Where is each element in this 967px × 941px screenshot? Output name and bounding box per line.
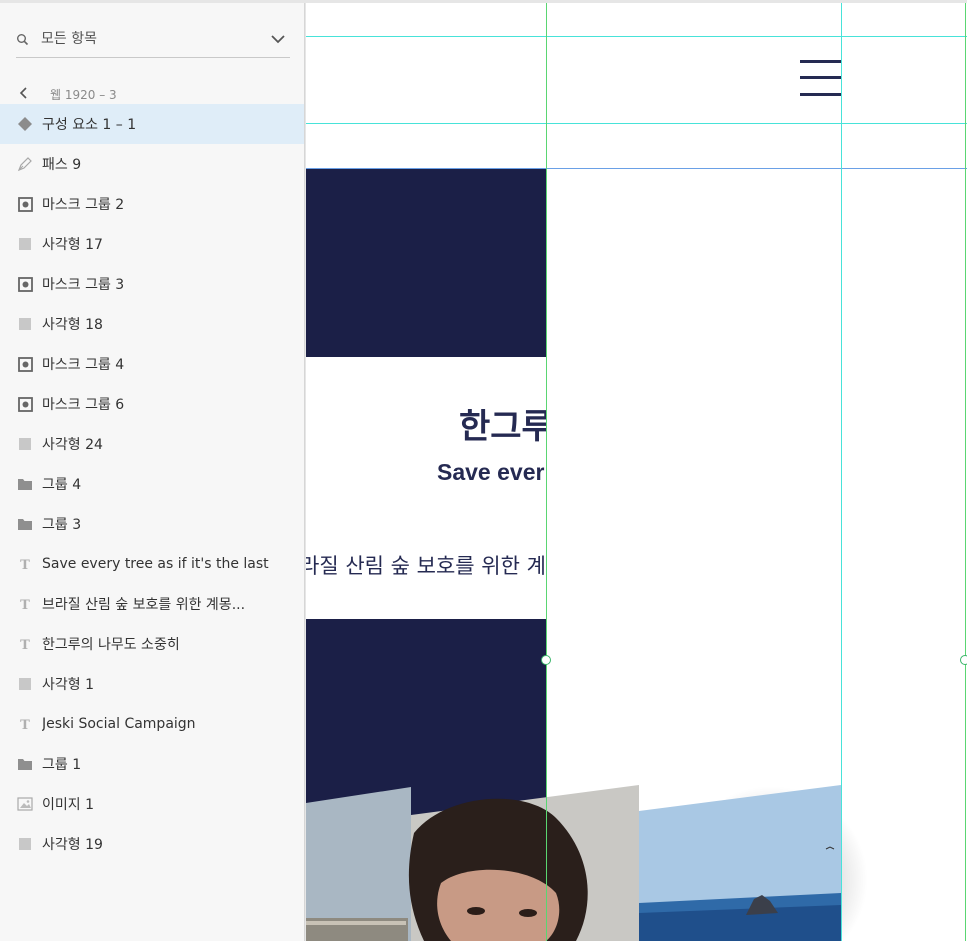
layer-item-label: 그룹 4 (42, 477, 82, 493)
selection-top-edge[interactable] (306, 168, 967, 169)
layer-item-label: 사각형 19 (42, 837, 103, 853)
hero-title[interactable]: 한그루 (459, 399, 546, 448)
layer-list: 구성 요소 1 – 1 패스 9 마스크 그룹 2 사각형 17 마스크 그룹 3 사각형… (0, 104, 304, 864)
layer-filter-label: 모든 항목 (41, 31, 97, 47)
layer-item-label: 마스크 그룹 2 (42, 197, 125, 213)
text-icon: T (16, 555, 34, 573)
folder-icon (16, 755, 34, 773)
layer-item-label: 사각형 24 (42, 437, 103, 453)
selection-handle-left[interactable] (541, 655, 551, 665)
guide-horizontal[interactable] (306, 123, 967, 124)
layer-item[interactable]: 구성 요소 1 – 1 (0, 104, 304, 144)
text-icon: T (16, 715, 34, 733)
guide-horizontal[interactable] (306, 36, 967, 37)
layer-item[interactable]: 마스크 그룹 3 (0, 264, 304, 304)
text-icon: T (16, 595, 34, 613)
layer-item[interactable]: 사각형 1 (0, 664, 304, 704)
chevron-left-icon[interactable] (18, 87, 30, 99)
layer-item-label: Jeski Social Campaign (42, 716, 196, 732)
layer-item[interactable]: 사각형 19 (0, 824, 304, 864)
layers-panel: 모든 항목 웹 1920 – 3 구성 요소 1 – 1 패스 9 마스크 그룹 2… (0, 3, 305, 941)
design-canvas[interactable]: 한그루 Save ever 라질 산림 숲 보호를 위한 계 (306, 3, 967, 941)
chevron-down-icon[interactable] (270, 31, 286, 47)
rectangle-icon (16, 315, 34, 333)
layer-item-label: 그룹 1 (42, 757, 82, 773)
layer-item[interactable]: 마스크 그룹 4 (0, 344, 304, 384)
layer-item[interactable]: 사각형 17 (0, 224, 304, 264)
mask-group-icon (16, 395, 34, 413)
layer-item-label: Save every tree as if it's the last (42, 556, 269, 572)
svg-text:T: T (20, 718, 30, 731)
component-icon (16, 115, 34, 133)
breadcrumb-artboard: 웹 1920 – 3 (50, 88, 117, 102)
layer-item-label: 구성 요소 1 – 1 (42, 117, 137, 133)
svg-text:T: T (20, 598, 30, 611)
layer-item[interactable]: 사각형 24 (0, 424, 304, 464)
rectangle-icon (16, 835, 34, 853)
photo-strip[interactable] (306, 773, 967, 941)
layer-item[interactable]: T Jeski Social Campaign (0, 704, 304, 744)
layer-item-label: 브라질 산림 숲 보호를 위한 계몽... (42, 597, 246, 613)
photo-building (306, 787, 411, 941)
layer-item[interactable]: 그룹 4 (0, 464, 304, 504)
layer-item[interactable]: 마스크 그룹 6 (0, 384, 304, 424)
svg-text:T: T (20, 558, 30, 571)
layer-item-label: 사각형 18 (42, 317, 103, 333)
mask-group-icon (16, 275, 34, 293)
rectangle-icon (16, 675, 34, 693)
layer-item[interactable]: 그룹 1 (0, 744, 304, 784)
layer-item-label: 그룹 3 (42, 517, 82, 533)
layer-item[interactable]: 이미지 1 (0, 784, 304, 824)
selection-handle-right[interactable] (960, 655, 967, 665)
folder-icon (16, 475, 34, 493)
mask-group-icon (16, 195, 34, 213)
layer-item-label: 사각형 17 (42, 237, 103, 253)
guide-vertical[interactable] (546, 3, 547, 941)
hamburger-menu-icon[interactable] (800, 60, 842, 96)
layer-item[interactable]: 그룹 3 (0, 504, 304, 544)
guide-vertical[interactable] (841, 3, 842, 941)
rectangle-icon (16, 435, 34, 453)
text-icon: T (16, 635, 34, 653)
rectangle-icon (16, 235, 34, 253)
guide-vertical[interactable] (965, 3, 966, 941)
layer-item-label: 패스 9 (42, 157, 82, 173)
layer-item-label: 마스크 그룹 6 (42, 397, 125, 413)
layer-item[interactable]: T Save every tree as if it's the last (0, 544, 304, 584)
mask-group-icon (16, 355, 34, 373)
layer-item-label: 마스크 그룹 4 (42, 357, 125, 373)
layer-item-label: 마스크 그룹 3 (42, 277, 125, 293)
layer-item-label: 한그루의 나무도 소중히 (42, 637, 180, 653)
layer-item[interactable]: 패스 9 (0, 144, 304, 184)
layer-item-label: 사각형 1 (42, 677, 94, 693)
svg-text:T: T (20, 638, 30, 651)
layer-item[interactable]: 사각형 18 (0, 304, 304, 344)
image-icon (16, 795, 34, 813)
folder-icon (16, 515, 34, 533)
layer-item-label: 이미지 1 (42, 797, 94, 813)
pen-path-icon (16, 155, 34, 173)
layer-item[interactable]: T 한그루의 나무도 소중히 (0, 624, 304, 664)
hero-subtitle[interactable]: Save ever (437, 459, 544, 486)
layer-filter-dropdown[interactable]: 모든 항목 (16, 23, 290, 58)
search-icon (17, 34, 29, 46)
hero-description[interactable]: 라질 산림 숲 보호를 위한 계 (306, 550, 546, 580)
layer-item[interactable]: T 브라질 산림 숲 보호를 위한 계몽... (0, 584, 304, 624)
layer-item[interactable]: 마스크 그룹 2 (0, 184, 304, 224)
